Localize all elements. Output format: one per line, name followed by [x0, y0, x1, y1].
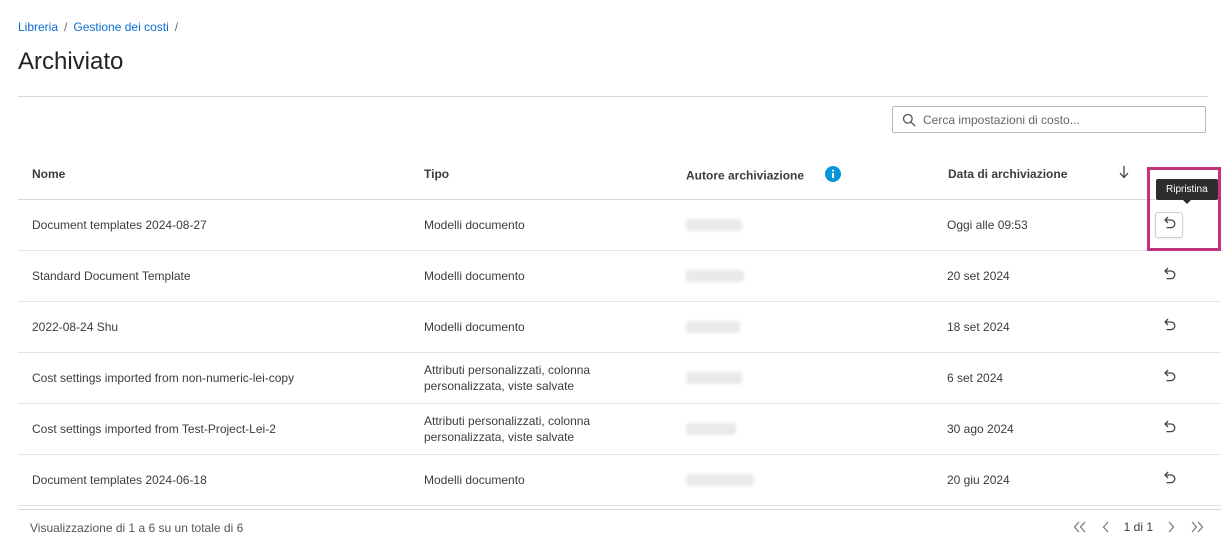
search-icon: [902, 113, 916, 127]
restore-icon: [1161, 216, 1177, 234]
cell-author-redacted: [686, 455, 754, 505]
table-row[interactable]: 2022-08-24 Shu Modelli documento 18 set …: [18, 302, 1221, 353]
column-header-name[interactable]: Nome: [32, 167, 65, 181]
cell-name: Document templates 2024-06-18: [32, 473, 207, 487]
cell-date: 18 set 2024: [947, 320, 1010, 334]
cell-type: Modelli documento: [424, 200, 624, 250]
cell-type: Attributi personalizzati, colonna persona…: [424, 404, 624, 454]
restore-button[interactable]: [1155, 212, 1183, 238]
breadcrumb-gestione-costi[interactable]: Gestione dei costi: [73, 20, 168, 34]
cell-type-line: Modelli documento: [424, 320, 525, 334]
table-row[interactable]: Document templates 2024-08-27 Modelli do…: [18, 200, 1221, 251]
info-icon[interactable]: [825, 166, 842, 185]
search-box[interactable]: [892, 106, 1206, 133]
cell-type-line: Modelli documento: [424, 218, 525, 232]
table-row[interactable]: Cost settings imported from non-numeric-…: [18, 353, 1221, 404]
cell-date: 20 giu 2024: [947, 473, 1010, 487]
cell-name: 2022-08-24 Shu: [32, 320, 119, 334]
cell-author-redacted: [686, 251, 744, 301]
column-header-author: Autore archiviazione: [686, 166, 842, 186]
table-header: Nome Tipo Autore archiviazione Data di a…: [18, 148, 1221, 200]
page-indicator: 1 di 1: [1123, 520, 1153, 534]
footer-divider: [18, 509, 1221, 510]
cell-name: Cost settings imported from non-numeric-…: [32, 371, 295, 385]
cell-author-redacted: [686, 404, 736, 454]
cell-date: 6 set 2024: [947, 371, 1004, 385]
cell-type: Modelli documento: [424, 251, 624, 301]
column-header-type[interactable]: Tipo: [424, 167, 449, 181]
restore-icon: [1161, 267, 1177, 285]
prev-page-icon[interactable]: [1098, 519, 1114, 535]
search-input[interactable]: [923, 112, 1205, 127]
breadcrumb-libreria[interactable]: Libreria: [18, 20, 58, 34]
header-divider: [18, 96, 1208, 97]
cell-name: Standard Document Template: [32, 269, 191, 283]
cell-type-line: Modelli documento: [424, 269, 525, 283]
column-header-date[interactable]: Data di archiviazione: [948, 167, 1067, 181]
restore-button[interactable]: [1155, 263, 1183, 289]
cell-date: 30 ago 2024: [947, 422, 1014, 436]
cell-type-line: Attributi personalizzati, colonna: [424, 414, 591, 428]
restore-button[interactable]: [1155, 416, 1183, 442]
cell-type-line: Attributi personalizzati, colonna: [424, 363, 591, 377]
cell-type-line: personalizzata, viste salvate: [424, 379, 575, 393]
cell-type-line: Modelli documento: [424, 473, 525, 487]
cell-name: Document templates 2024-08-27: [32, 218, 207, 232]
pagination: 1 di 1: [1072, 519, 1205, 535]
restore-icon: [1161, 369, 1177, 387]
first-page-icon[interactable]: [1072, 519, 1088, 535]
restore-button[interactable]: [1155, 365, 1183, 391]
restore-button[interactable]: [1155, 467, 1183, 493]
restore-button[interactable]: [1155, 314, 1183, 340]
breadcrumb: Libreria / Gestione dei costi /: [18, 20, 178, 34]
cell-type: Attributi personalizzati, colonna persona…: [424, 353, 624, 403]
last-page-icon[interactable]: [1189, 519, 1205, 535]
restore-icon: [1161, 471, 1177, 489]
page-title: Archiviato: [18, 48, 124, 75]
next-page-icon[interactable]: [1163, 519, 1179, 535]
tooltip: Ripristina: [1156, 179, 1218, 204]
restore-icon: [1161, 318, 1177, 336]
cell-type: Modelli documento: [424, 302, 624, 352]
sort-down-icon[interactable]: [1118, 165, 1130, 184]
cell-author-redacted: [686, 200, 742, 250]
column-header-author-label[interactable]: Autore archiviazione: [686, 169, 804, 183]
cell-author-redacted: [686, 302, 740, 352]
table-row[interactable]: Cost settings imported from Test-Project…: [18, 404, 1221, 455]
cell-author-redacted: [686, 353, 742, 403]
cell-type: Modelli documento: [424, 455, 624, 505]
cell-name: Cost settings imported from Test-Project…: [32, 422, 276, 436]
cell-type-line: personalizzata, viste salvate: [424, 430, 575, 444]
pagination-summary: Visualizzazione di 1 a 6 su un totale di…: [30, 521, 244, 535]
table-row[interactable]: Standard Document Template Modelli docum…: [18, 251, 1221, 302]
cell-date: Oggi alle 09:53: [947, 218, 1028, 232]
table-row[interactable]: Document templates 2024-06-18 Modelli do…: [18, 455, 1221, 506]
restore-icon: [1161, 420, 1177, 438]
cell-date: 20 set 2024: [947, 269, 1010, 283]
archived-table: Nome Tipo Autore archiviazione Data di a…: [18, 148, 1221, 506]
breadcrumb-separator: /: [64, 20, 68, 34]
breadcrumb-separator: /: [174, 20, 179, 34]
